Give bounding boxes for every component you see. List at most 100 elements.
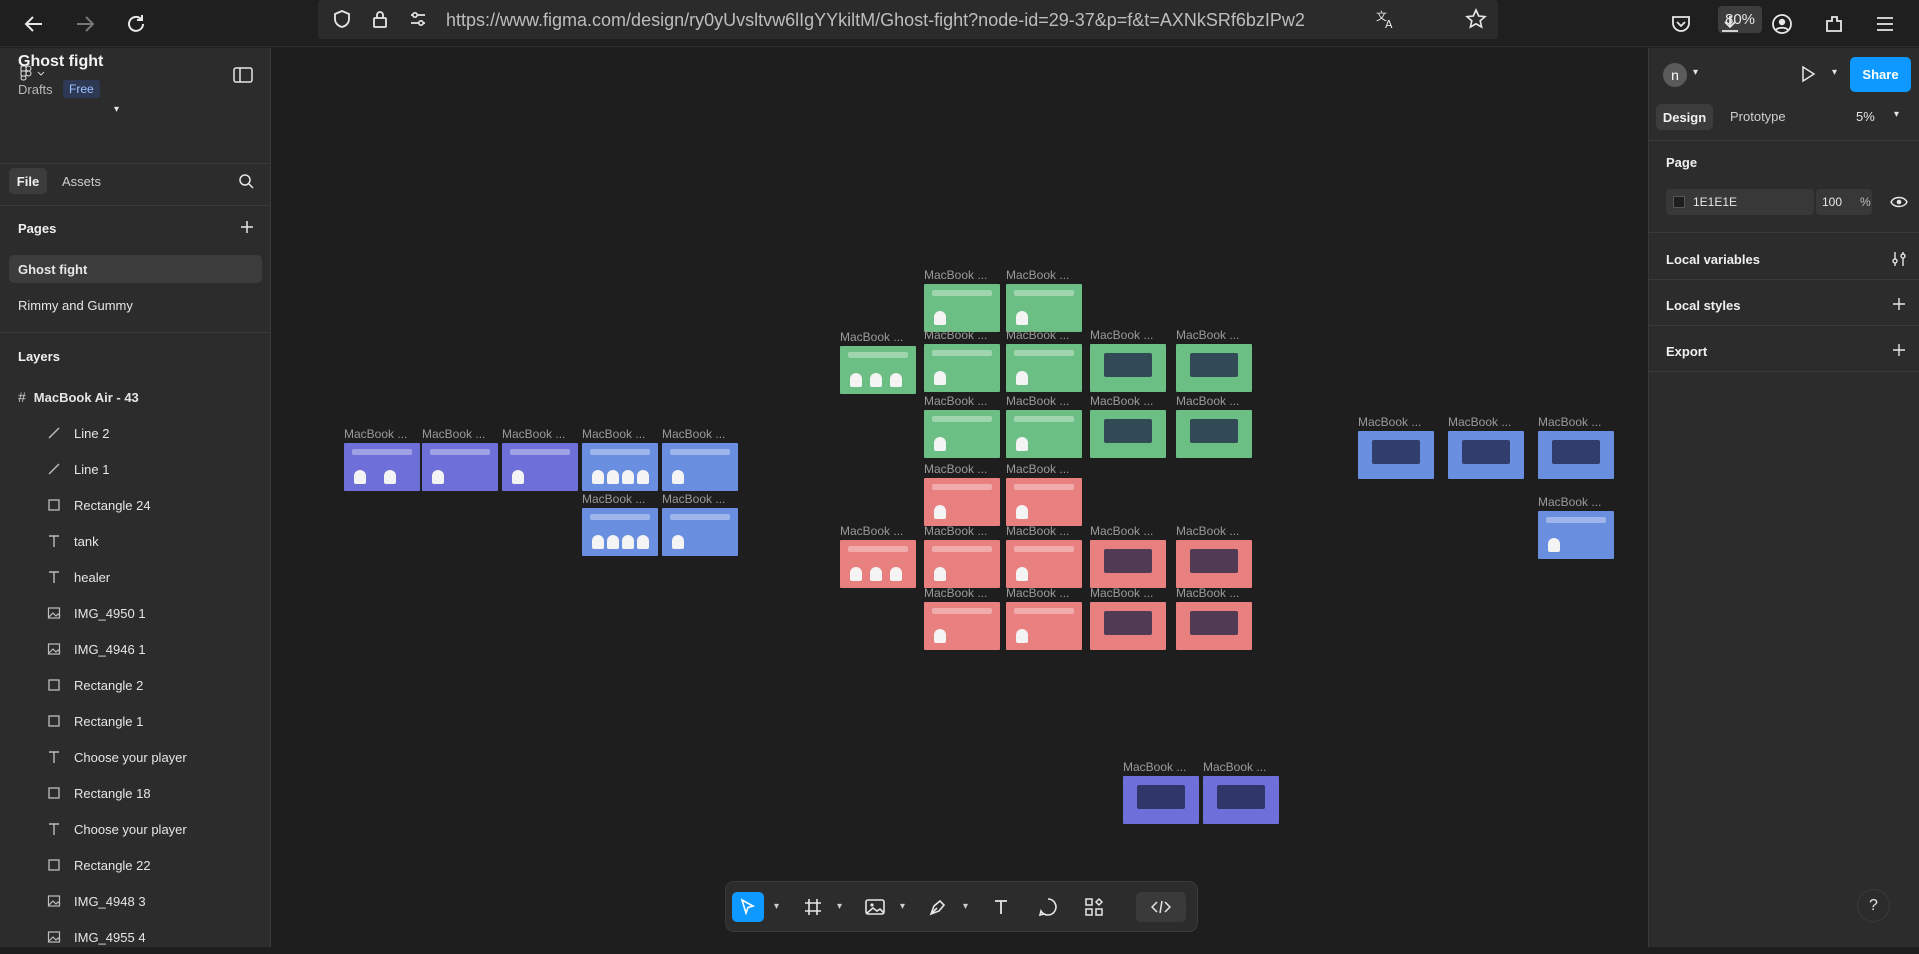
permissions-icon[interactable]	[400, 1, 436, 37]
tab-prototype[interactable]: Prototype	[1730, 109, 1786, 124]
download-icon[interactable]	[1712, 6, 1748, 42]
image-tool-icon[interactable]	[859, 892, 891, 922]
frame-label[interactable]: MacBook ...	[1006, 328, 1069, 342]
frame-label[interactable]: MacBook ...	[344, 427, 407, 441]
frame-label[interactable]: MacBook ...	[582, 492, 645, 506]
frame-thumbnail[interactable]	[1006, 540, 1082, 588]
chevron-down-icon[interactable]: ▾	[774, 901, 779, 912]
frame-label[interactable]: MacBook ...	[662, 427, 725, 441]
frame-label[interactable]: MacBook ...	[924, 586, 987, 600]
frame-thumbnail[interactable]	[924, 540, 1000, 588]
opacity-value[interactable]: 100	[1822, 195, 1842, 209]
chevron-down-icon[interactable]: ▾	[963, 901, 968, 912]
pen-tool-icon[interactable]	[922, 892, 954, 922]
chevron-down-icon[interactable]: ▾	[1832, 67, 1837, 78]
frame-thumbnail[interactable]	[1448, 431, 1524, 479]
frame-label[interactable]: MacBook ...	[1123, 760, 1186, 774]
frame-label[interactable]: MacBook ...	[1538, 415, 1601, 429]
back-icon[interactable]	[16, 6, 52, 42]
layer-row[interactable]: Rectangle 22	[0, 848, 271, 882]
frame-label[interactable]: MacBook ...	[1006, 586, 1069, 600]
extensions-icon[interactable]	[1816, 6, 1852, 42]
frame-label[interactable]: MacBook ...	[662, 492, 725, 506]
shield-icon[interactable]	[324, 1, 360, 37]
local-variables[interactable]: Local variables	[1666, 252, 1760, 267]
frame-label[interactable]: MacBook ...	[1090, 328, 1153, 342]
frame-label[interactable]: MacBook ...	[1176, 394, 1239, 408]
chevron-down-icon[interactable]: ▾	[1894, 109, 1899, 120]
layer-row[interactable]: Rectangle 18	[0, 776, 271, 810]
frame-thumbnail[interactable]	[1090, 540, 1166, 588]
menu-icon[interactable]	[1867, 6, 1903, 42]
frame-thumbnail[interactable]	[1358, 431, 1434, 479]
frame-thumbnail[interactable]	[662, 508, 738, 556]
frame-label[interactable]: MacBook ...	[924, 524, 987, 538]
export-section[interactable]: Export	[1666, 344, 1707, 359]
frame-thumbnail[interactable]	[1006, 344, 1082, 392]
text-tool-icon[interactable]	[985, 892, 1017, 922]
layer-row[interactable]: Rectangle 24	[0, 488, 271, 522]
frame-label[interactable]: MacBook ...	[840, 330, 903, 344]
frame-thumbnail[interactable]	[502, 443, 578, 491]
reload-icon[interactable]	[118, 6, 154, 42]
frame-thumbnail[interactable]	[1176, 602, 1252, 650]
frame-thumbnail[interactable]	[924, 284, 1000, 332]
frame-thumbnail[interactable]	[344, 443, 420, 491]
frame-thumbnail[interactable]	[582, 443, 658, 491]
frame-label[interactable]: MacBook ...	[1006, 524, 1069, 538]
add-style-icon[interactable]	[1891, 296, 1907, 312]
avatar[interactable]: n	[1663, 63, 1687, 87]
frame-label[interactable]: MacBook ...	[1090, 394, 1153, 408]
layer-row[interactable]: Rectangle 1	[0, 704, 271, 738]
frame-label[interactable]: MacBook ...	[1176, 328, 1239, 342]
add-page-icon[interactable]	[239, 219, 255, 235]
layer-row[interactable]: Rectangle 2	[0, 668, 271, 702]
frame-thumbnail[interactable]	[1176, 540, 1252, 588]
frame-thumbnail[interactable]	[662, 443, 738, 491]
frame-thumbnail[interactable]	[924, 410, 1000, 458]
page-color-field[interactable]	[1666, 189, 1814, 215]
frame-label[interactable]: MacBook ...	[582, 427, 645, 441]
tab-design[interactable]: Design	[1656, 104, 1713, 130]
frame-thumbnail[interactable]	[422, 443, 498, 491]
layer-row[interactable]: Line 1	[0, 452, 271, 486]
frame-thumbnail[interactable]	[1006, 284, 1082, 332]
frame-label[interactable]: MacBook ...	[1448, 415, 1511, 429]
page-color-hex[interactable]: 1E1E1E	[1693, 195, 1737, 209]
frame-label[interactable]: MacBook ...	[924, 394, 987, 408]
layer-row[interactable]: IMG_4946 1	[0, 632, 271, 666]
frame-label[interactable]: MacBook ...	[840, 524, 903, 538]
layer-row[interactable]: healer	[0, 560, 271, 594]
frame-label[interactable]: MacBook ...	[1538, 495, 1601, 509]
url-text[interactable]: https://www.figma.com/design/ry0yUvsltvw…	[446, 10, 1346, 31]
layer-row[interactable]: tank	[0, 524, 271, 558]
frame-thumbnail[interactable]	[1090, 410, 1166, 458]
frame-label[interactable]: MacBook ...	[1358, 415, 1421, 429]
help-button[interactable]: ?	[1857, 889, 1890, 922]
add-export-icon[interactable]	[1891, 342, 1907, 358]
lock-icon[interactable]	[362, 1, 398, 37]
comment-tool-icon[interactable]	[1032, 892, 1064, 922]
frame-thumbnail[interactable]	[1203, 776, 1279, 824]
frame-thumbnail[interactable]	[1006, 478, 1082, 526]
search-icon[interactable]	[238, 173, 254, 189]
frame-label[interactable]: MacBook ...	[1090, 524, 1153, 538]
account-icon[interactable]	[1764, 6, 1800, 42]
frame-label[interactable]: MacBook ...	[924, 328, 987, 342]
frame-label[interactable]: MacBook ...	[1176, 524, 1239, 538]
layer-root[interactable]: # MacBook Air - 43	[0, 380, 271, 414]
frame-thumbnail[interactable]	[924, 344, 1000, 392]
frame-thumbnail[interactable]	[1006, 410, 1082, 458]
frame-label[interactable]: MacBook ...	[1006, 462, 1069, 476]
page-item-rimmy-and-gummy[interactable]: Rimmy and Gummy	[9, 291, 262, 319]
canvas[interactable]: MacBook ... MacBook ... MacBook ... MacBook…	[272, 48, 1648, 947]
frame-label[interactable]: MacBook ...	[1203, 760, 1266, 774]
url-bar[interactable]: https://www.figma.com/design/ry0yUvsltvw…	[318, 0, 1762, 39]
translate-icon[interactable]: 文A	[1368, 1, 1404, 37]
chevron-down-icon[interactable]: ▾	[837, 901, 842, 912]
page-item-ghost-fight[interactable]: Ghost fight	[9, 255, 262, 283]
frame-label[interactable]: MacBook ...	[924, 462, 987, 476]
tab-file[interactable]: File	[9, 168, 47, 194]
frame-label[interactable]: MacBook ...	[502, 427, 565, 441]
frame-label[interactable]: MacBook ...	[422, 427, 485, 441]
